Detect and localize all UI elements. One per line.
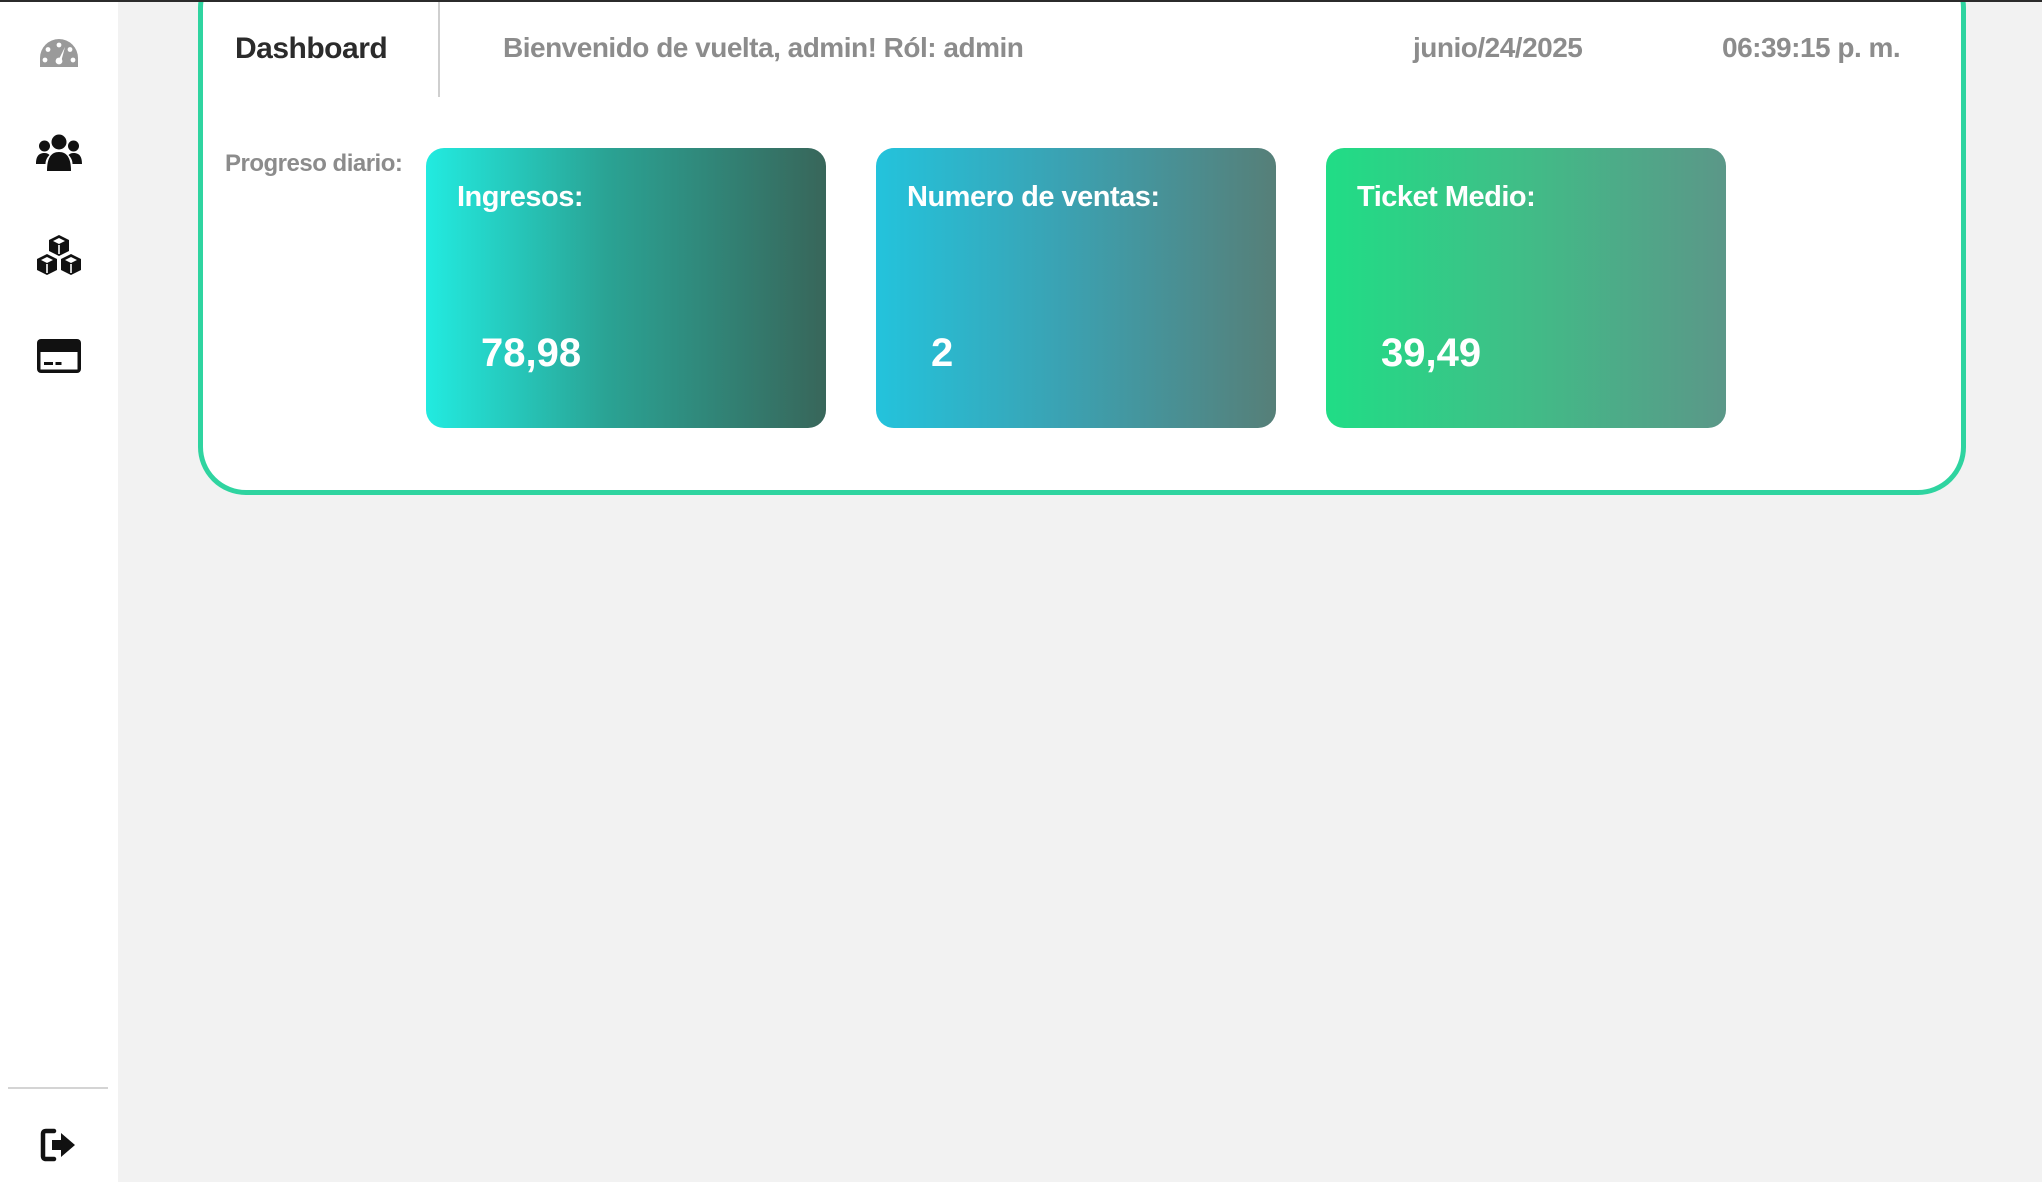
sidebar-item-payments[interactable] <box>26 323 92 389</box>
boxes-icon <box>37 235 81 275</box>
logout-button[interactable] <box>26 1112 92 1178</box>
top-border <box>0 0 2042 2</box>
page-title: Dashboard <box>235 32 388 65</box>
sales-count-label: Numero de ventas: <box>907 181 1160 213</box>
average-ticket-value: 39,49 <box>1381 331 1482 375</box>
current-date: junio/24/2025 <box>1413 32 1583 63</box>
sales-count-value: 2 <box>931 331 954 375</box>
revenue-label: Ingresos: <box>457 181 584 213</box>
revenue-card: Ingresos: 78,98 <box>426 148 826 428</box>
welcome-message: Bienvenido de vuelta, admin! Ról: admin <box>503 32 1024 63</box>
sidebar-item-users[interactable] <box>26 120 92 186</box>
daily-progress-label: Progreso diario: <box>225 150 403 177</box>
sidebar-item-dashboard[interactable] <box>26 20 92 86</box>
average-ticket-card: Ticket Medio: 39,49 <box>1326 148 1726 428</box>
users-icon <box>36 134 82 171</box>
sidebar <box>0 0 118 1182</box>
credit-card-icon <box>37 339 81 373</box>
average-ticket-label: Ticket Medio: <box>1357 181 1536 213</box>
sales-count-card: Numero de ventas: 2 <box>876 148 1276 428</box>
sidebar-item-products[interactable] <box>26 222 92 288</box>
dashboard-icon <box>40 39 78 67</box>
sidebar-divider <box>8 1087 108 1089</box>
revenue-value: 78,98 <box>481 331 582 375</box>
current-time: 06:39:15 p. m. <box>1722 32 1901 63</box>
logout-icon <box>40 1128 75 1162</box>
title-divider <box>438 0 440 97</box>
